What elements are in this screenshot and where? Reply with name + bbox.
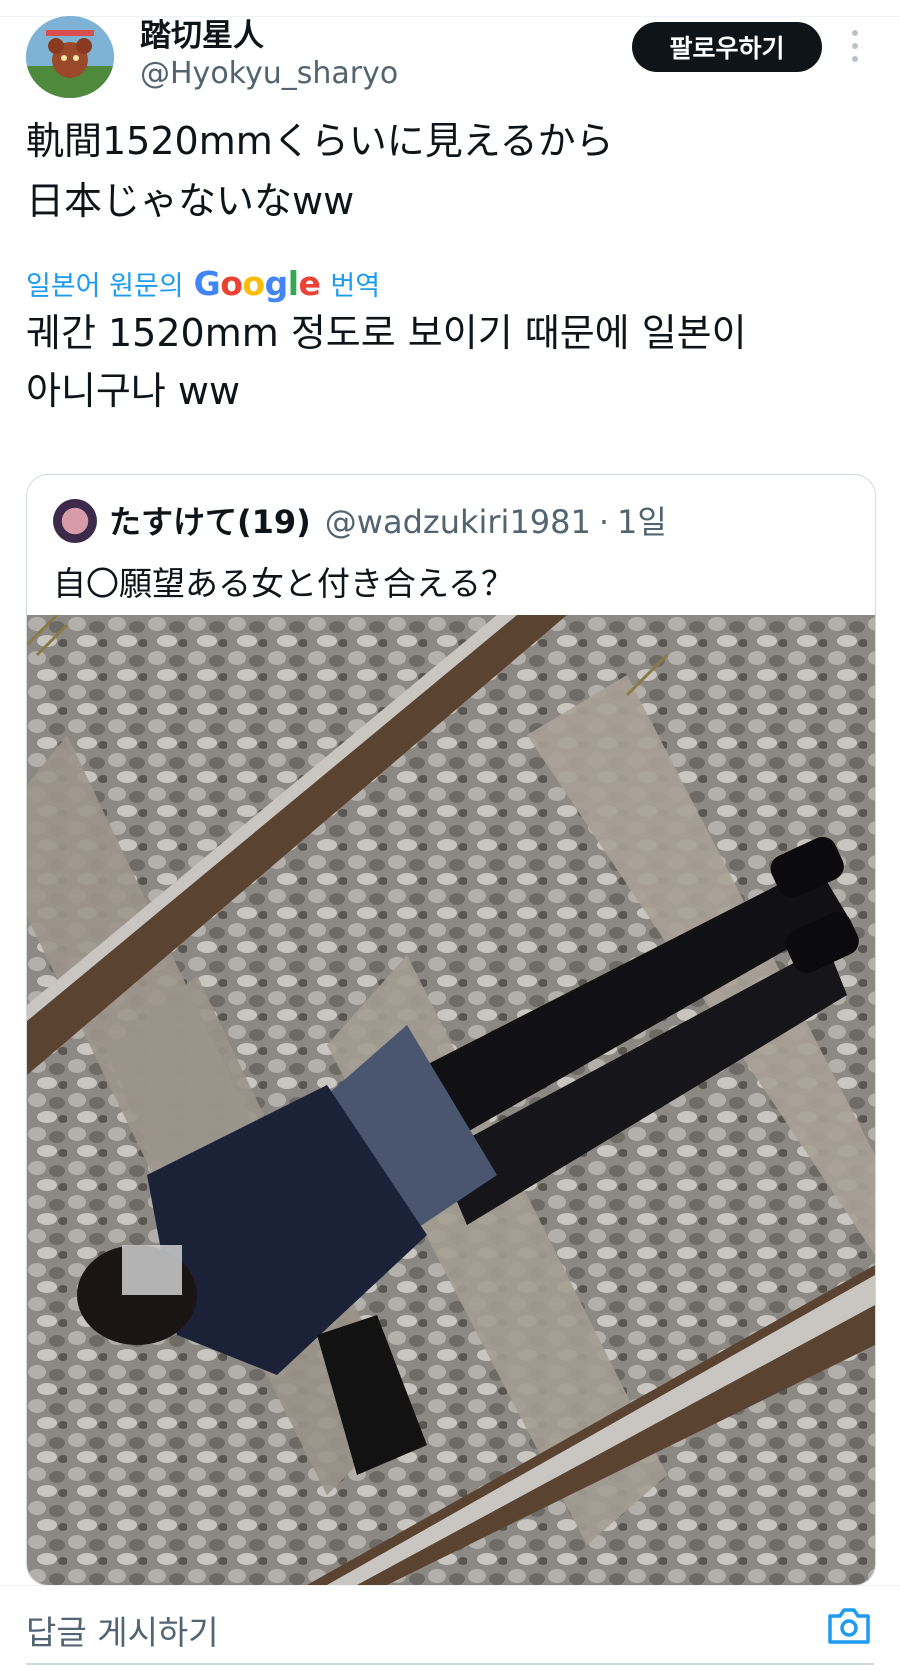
reply-composer[interactable]: 답글 게시하기 — [0, 1585, 900, 1671]
quoted-separator: · — [598, 503, 610, 541]
author-display-name[interactable]: 踏切星人 — [140, 10, 264, 55]
quoted-author-avatar[interactable] — [53, 499, 97, 543]
quoted-author-name[interactable]: たすけて(19) — [109, 497, 311, 543]
quoted-tweet-text: 自〇願望ある女と付き合える？ — [53, 564, 515, 603]
quoted-author-handle[interactable]: @wadzukiri1981 — [325, 503, 591, 541]
google-logo: Google — [193, 264, 321, 303]
more-vertical-icon[interactable] — [848, 30, 862, 64]
camera-icon[interactable] — [826, 1604, 872, 1648]
top-divider — [0, 16, 900, 17]
author-avatar[interactable] — [26, 16, 114, 98]
quoted-timestamp[interactable]: 1일 — [617, 497, 667, 543]
tweet-text-line-2: 日本じゃないなww — [26, 179, 355, 223]
translated-text-line-2: 아니구나 ww — [26, 369, 241, 413]
quoted-header: たすけて(19) @wadzukiri1981 · 1일 — [109, 497, 667, 543]
follow-button[interactable]: 팔로우하기 — [632, 22, 822, 72]
translated-text-line-1: 궤간 1520mm 정도로 보이기 때문에 일본이 — [26, 311, 747, 355]
translation-suffix: 번역 — [330, 271, 381, 302]
translation-attribution[interactable]: 일본어 원문의 Google 번역 — [26, 264, 380, 303]
quoted-tweet-photo[interactable] — [27, 615, 875, 1585]
reply-input[interactable]: 답글 게시하기 — [26, 1606, 219, 1654]
quoted-tweet-card[interactable]: たすけて(19) @wadzukiri1981 · 1일 自〇願望ある女と付き合… — [26, 474, 876, 1586]
translation-prefix: 일본어 원문의 — [26, 271, 184, 302]
tweet-text-line-1: 軌間1520mmくらいに見えるから — [26, 119, 614, 163]
reply-underline — [26, 1663, 874, 1665]
author-handle[interactable]: @Hyokyu_sharyo — [140, 56, 398, 91]
